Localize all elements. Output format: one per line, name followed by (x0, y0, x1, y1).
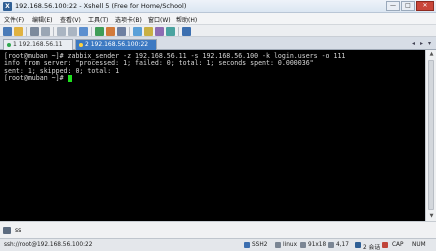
status-dot-icon (7, 42, 11, 47)
tab-scroll-right-icon[interactable]: ▸ (420, 40, 423, 47)
tab-session-2[interactable]: 2 192.168.56.100:22 (75, 39, 157, 50)
terminal-area[interactable]: [root@muban ~]# zabbix_sender -z 192.168… (0, 50, 425, 221)
toolbar-divider (178, 27, 179, 36)
status-bar: ssh://root@192.168.56.100:22 SSH2 linux … (0, 238, 436, 251)
num-indicator: NUM (412, 242, 426, 248)
upload-icon (382, 242, 388, 248)
sessions-icon (355, 242, 361, 248)
menu-window[interactable]: 窗口(W) (148, 15, 171, 24)
new-session-icon[interactable] (3, 27, 12, 36)
copy-icon[interactable] (57, 27, 66, 36)
maximize-button[interactable]: □ (401, 1, 415, 11)
xshell-app-icon: X (3, 2, 12, 11)
tab-list-icon[interactable]: ▾ (428, 40, 431, 47)
scrollbar-thumb[interactable] (428, 60, 434, 210)
vertical-scrollbar[interactable]: ▲ ▼ (425, 50, 436, 221)
terminal-size: 91x18 (308, 242, 327, 248)
color-scheme-icon[interactable] (95, 27, 104, 36)
status-dot-icon (79, 42, 83, 47)
open-folder-icon[interactable] (14, 27, 23, 36)
paste-icon[interactable] (68, 27, 77, 36)
font-icon[interactable] (106, 27, 115, 36)
cursor-position-icon (328, 242, 334, 248)
menu-tools[interactable]: 工具(T) (88, 15, 108, 24)
toolbar (0, 24, 436, 37)
disconnect-icon[interactable] (41, 27, 50, 36)
terminal-icon (275, 242, 281, 248)
compose-input[interactable]: ss (15, 227, 21, 234)
toolbar-divider (26, 27, 27, 36)
session-count: 2 会话 (363, 245, 381, 251)
window-controls: — □ ✕ (386, 1, 434, 12)
protocol-label: SSH2 (252, 242, 268, 248)
terminal-prompt-line: [root@muban ~]# (4, 74, 425, 83)
menu-tab[interactable]: 选项卡(B) (115, 15, 142, 24)
fullscreen-icon[interactable] (117, 27, 126, 36)
menu-help[interactable]: 帮助(H) (176, 15, 197, 24)
script-icon[interactable] (144, 27, 153, 36)
cap-indicator: CAP (392, 242, 404, 248)
size-icon (300, 242, 306, 248)
close-button[interactable]: ✕ (416, 1, 434, 11)
compose-bar: ss (0, 221, 436, 238)
tab-bar: 1 192.168.56.11 2 192.168.56.100:22 ◂ ▸ … (0, 37, 436, 50)
scroll-down-icon[interactable]: ▼ (428, 213, 435, 220)
keyboard-icon[interactable] (155, 27, 164, 36)
tab-label: 2 192.168.56.100:22 (85, 41, 149, 48)
window-title: 192.168.56.100:22 - Xshell 5 (Free for H… (15, 2, 187, 10)
toolbar-divider (91, 27, 92, 36)
cursor-position: 4,17 (336, 242, 349, 248)
menu-view[interactable]: 查看(V) (60, 15, 81, 24)
reconnect-icon[interactable] (30, 27, 39, 36)
help-icon[interactable] (182, 27, 191, 36)
scroll-up-icon[interactable]: ▲ (428, 51, 435, 58)
toolbar-divider (129, 27, 130, 36)
compose-icon[interactable] (166, 27, 175, 36)
minimize-button[interactable]: — (386, 1, 400, 11)
terminal-type: linux (283, 242, 297, 248)
compose-icon[interactable] (3, 227, 11, 234)
menu-edit[interactable]: 编辑(E) (32, 15, 52, 24)
menu-file[interactable]: 文件(F) (4, 15, 24, 24)
tab-session-1[interactable]: 1 192.168.56.11 (3, 39, 73, 50)
terminal-prompt: [root@muban ~]# (4, 74, 68, 83)
menu-bar: 文件(F) 编辑(E) 查看(V) 工具(T) 选项卡(B) 窗口(W) 帮助(… (0, 13, 436, 24)
connection-info: ssh://root@192.168.56.100:22 (4, 242, 93, 248)
tab-scroll-left-icon[interactable]: ◂ (412, 40, 415, 47)
terminal-cursor (67, 75, 72, 83)
transfer-icon[interactable] (133, 27, 142, 36)
title-bar: X 192.168.56.100:22 - Xshell 5 (Free for… (0, 0, 436, 13)
toolbar-divider (53, 27, 54, 36)
lock-icon (244, 242, 250, 248)
find-icon[interactable] (79, 27, 88, 36)
tab-label: 1 192.168.56.11 (13, 41, 63, 48)
